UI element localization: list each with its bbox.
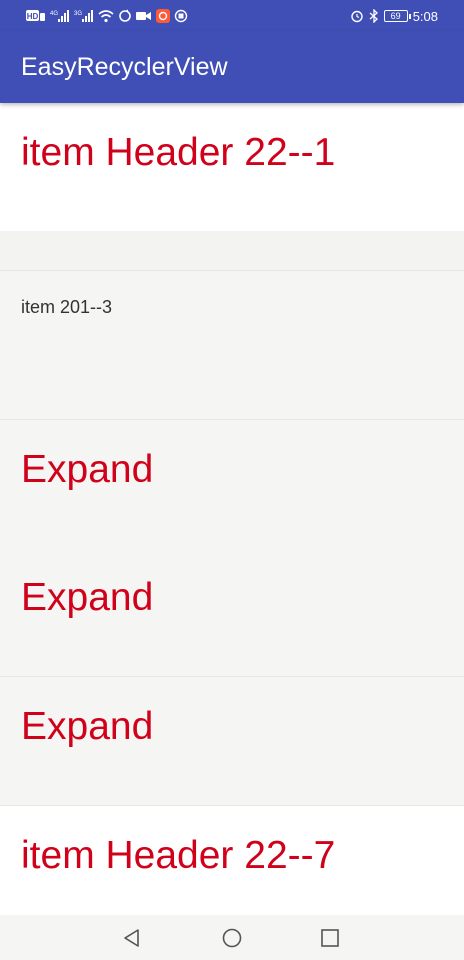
expand-row[interactable]: Expand — [0, 548, 464, 676]
app-bar: EasyRecyclerView — [0, 31, 464, 103]
expand-text: Expand — [21, 705, 154, 748]
list-header-row[interactable]: item Header 22--7 — [0, 806, 464, 915]
home-button[interactable] — [220, 926, 244, 950]
app-title: EasyRecyclerView — [21, 53, 228, 81]
bluetooth-icon — [369, 9, 378, 23]
status-bar: HD 4G 3G 69 5:08 — [0, 0, 464, 31]
recents-button[interactable] — [318, 926, 342, 950]
signal-3g-icon: 3G — [74, 10, 93, 22]
battery-icon: 69 — [383, 10, 411, 22]
app-notification-icon — [156, 9, 170, 23]
expand-text: Expand — [21, 448, 154, 491]
hd-icon: HD — [26, 10, 45, 21]
recents-icon — [321, 929, 339, 947]
svg-text:4G: 4G — [50, 11, 58, 17]
sync-icon — [119, 9, 131, 22]
recycler-list[interactable]: item Header 22--1 item 201--3 Expand Exp… — [0, 103, 464, 915]
list-header-text: item Header 22--7 — [21, 834, 336, 877]
list-item-row[interactable]: item 201--3 — [0, 271, 464, 419]
alarm-icon — [350, 10, 363, 23]
expand-row[interactable]: Expand — [0, 677, 464, 805]
expand-row[interactable]: Expand — [0, 420, 464, 548]
status-left-icons: HD 4G 3G — [26, 6, 188, 26]
battery-level: 69 — [390, 11, 401, 21]
record-icon — [174, 9, 188, 23]
svg-text:3G: 3G — [74, 11, 82, 17]
list-item-text: item 201--3 — [21, 297, 113, 317]
video-icon — [136, 12, 151, 20]
back-button[interactable] — [120, 926, 144, 950]
signal-4g-icon: 4G — [50, 10, 69, 22]
wifi-icon — [98, 10, 114, 23]
status-right-icons: 69 5:08 — [350, 6, 438, 26]
list-header-text: item Header 22--1 — [21, 131, 336, 174]
navigation-bar — [0, 915, 464, 960]
status-time: 5:08 — [412, 8, 438, 24]
list-spacer — [0, 231, 464, 271]
home-icon — [222, 928, 242, 948]
list-header-row[interactable]: item Header 22--1 — [0, 103, 464, 231]
back-icon — [124, 929, 139, 947]
expand-text: Expand — [21, 576, 154, 619]
svg-text:HD: HD — [27, 12, 39, 21]
